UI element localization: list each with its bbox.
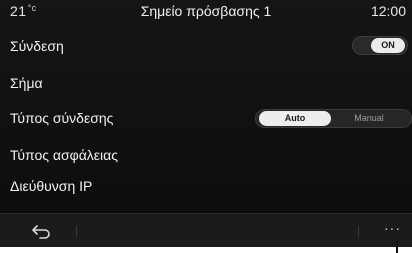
bottom-bar: ··· xyxy=(0,213,412,247)
connection-type-label: Τύπος σύνδεσης xyxy=(10,110,114,126)
connection-toggle[interactable]: ON xyxy=(352,36,408,55)
more-options-button[interactable]: ··· xyxy=(384,220,401,236)
option-manual[interactable]: Manual xyxy=(338,111,400,126)
option-auto[interactable]: Auto xyxy=(259,111,331,126)
back-arrow-icon[interactable] xyxy=(30,223,54,239)
clock: 12:00 xyxy=(370,3,406,19)
connection-type-selector[interactable]: Auto Manual xyxy=(255,109,412,128)
divider xyxy=(76,226,77,237)
toggle-state-label: ON xyxy=(371,38,405,53)
settings-screen: 21°c Σημείο πρόσβασης 1 12:00 Σύνδεση ON… xyxy=(0,0,412,247)
divider xyxy=(358,226,359,237)
connection-label: Σύνδεση xyxy=(10,38,64,54)
page-title: Σημείο πρόσβασης 1 xyxy=(140,3,272,19)
signal-row[interactable]: Σήμα xyxy=(10,72,43,94)
security-type-row[interactable]: Τύπος ασφάλειας xyxy=(10,144,118,166)
status-bar: 21°c Σημείο πρόσβασης 1 12:00 xyxy=(0,0,412,24)
callout-line xyxy=(396,240,398,253)
ip-address-row[interactable]: Διεύθυνση IP xyxy=(10,175,92,197)
